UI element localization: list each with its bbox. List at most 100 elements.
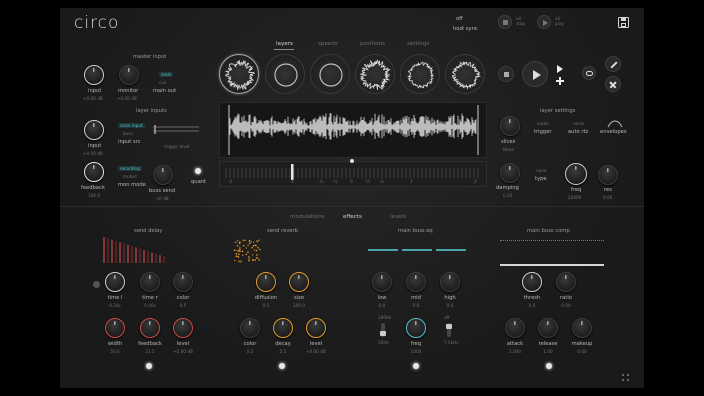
send-reverb-level-knob[interactable]	[306, 318, 326, 338]
record-play-icon[interactable]	[557, 65, 563, 73]
layer-slot-2[interactable]	[265, 54, 305, 94]
send-delay-enable[interactable]	[146, 363, 152, 369]
filter-type-value[interactable]: none	[536, 168, 546, 173]
layer-slot-5[interactable]	[400, 54, 440, 94]
slices-knob[interactable]	[500, 116, 520, 136]
eq-high-knob[interactable]	[440, 272, 460, 292]
trigger-mode-value[interactable]: audio	[537, 121, 549, 126]
resize-grip-icon[interactable]	[622, 374, 630, 382]
highcut-bottom-option[interactable]: 7.5kHz	[444, 340, 458, 345]
layer-slot-1[interactable]	[219, 54, 259, 94]
send-delay-time-l-knob[interactable]	[105, 272, 125, 292]
layer-slot-6[interactable]	[445, 54, 485, 94]
tab-speeds[interactable]: speeds	[318, 41, 338, 47]
envelope-shape-icon[interactable]	[607, 120, 623, 128]
tab-settings[interactable]: settings	[407, 41, 429, 47]
eq-mid-knob[interactable]	[406, 272, 426, 292]
monitor-knob[interactable]	[119, 65, 139, 85]
comp-release-knob[interactable]	[538, 318, 558, 338]
highcut-switch[interactable]	[446, 323, 452, 337]
send-reverb-decay-knob[interactable]	[273, 318, 293, 338]
damping-knob[interactable]	[500, 163, 520, 183]
eq-low-knob[interactable]	[372, 272, 392, 292]
send-reverb-title: send reverb	[267, 228, 299, 234]
main-buss-eq-enable[interactable]	[413, 363, 419, 369]
send-reverb-enable[interactable]	[279, 363, 285, 369]
tab-layers[interactable]: layers	[276, 41, 293, 47]
master-input-knob[interactable]	[84, 65, 104, 85]
mon-mode-muted[interactable]: muted	[123, 174, 137, 179]
tab-effects[interactable]: effects	[343, 214, 362, 220]
section-divider	[60, 206, 644, 207]
quant-toggle[interactable]	[195, 168, 201, 174]
main-buss-comp-enable[interactable]	[546, 363, 552, 369]
trigger-level-meter[interactable]	[153, 125, 199, 135]
send-delay-time-r-value: 0.40s	[144, 303, 156, 308]
layer-slot-3[interactable]	[310, 54, 350, 94]
edit-button[interactable]	[605, 56, 621, 72]
save-icon[interactable]	[618, 17, 629, 28]
layer-slot-4[interactable]	[355, 54, 395, 94]
clear-button[interactable]	[605, 76, 621, 92]
circo-plugin-window: circo off host sync all stop all play la…	[60, 8, 644, 388]
all-stop-button[interactable]	[498, 15, 512, 29]
layer-4-circular-waveform	[360, 59, 391, 91]
all-play-button[interactable]	[537, 15, 551, 29]
send-reverb-size-label: size	[293, 295, 305, 301]
stop-icon	[504, 72, 509, 77]
comp-attack-knob[interactable]	[505, 318, 525, 338]
master-input-value: +0.00 dB	[83, 96, 103, 101]
waveform-display[interactable]	[219, 102, 487, 158]
buss-send-value: -inf dB	[155, 196, 169, 201]
stop-button[interactable]	[498, 66, 514, 82]
waveform-graphic	[228, 105, 479, 155]
speed-scale-label: ¼	[366, 179, 371, 184]
tab-levels[interactable]: levels	[390, 214, 406, 220]
auto-rtz-value[interactable]: never	[573, 121, 585, 126]
send-delay-time-l-label: time l	[107, 295, 123, 301]
eq-freq-value: 1000	[410, 349, 422, 354]
send-reverb-diffusion-knob[interactable]	[256, 272, 276, 292]
layer-5-circular-waveform	[406, 61, 434, 89]
comp-thresh-knob[interactable]	[522, 272, 542, 292]
layer-input-knob[interactable]	[84, 120, 104, 140]
play-button[interactable]	[522, 61, 548, 87]
send-delay-color-value: 0.5	[179, 303, 187, 308]
highcut-top-option[interactable]: off	[444, 315, 449, 320]
delay-sync-indicator[interactable]	[93, 281, 100, 288]
speed-scale-label: -½	[318, 179, 324, 184]
mode-cue-option[interactable]: cue	[159, 80, 167, 85]
feedback-knob[interactable]	[84, 162, 104, 182]
add-icon[interactable]	[556, 77, 564, 85]
lowcut-switch[interactable]	[380, 323, 386, 337]
eq-freq-knob[interactable]	[406, 318, 426, 338]
send-delay-level-knob[interactable]	[173, 318, 193, 338]
send-delay-feedback-knob[interactable]	[140, 318, 160, 338]
filter-res-knob[interactable]	[598, 165, 618, 185]
lowcut-bottom-option[interactable]: 50Hz	[378, 340, 389, 345]
speed-scale-label: -1	[290, 179, 295, 184]
input-src-buss[interactable]: buss	[123, 131, 133, 136]
send-delay-color-knob[interactable]	[173, 272, 193, 292]
host-sync-state[interactable]: off	[456, 16, 463, 22]
feedback-label: feedback	[81, 185, 105, 191]
comp-thresh-label: thresh	[523, 295, 541, 301]
input-src-main[interactable]: main input	[118, 123, 145, 128]
comp-makeup-knob[interactable]	[572, 318, 592, 338]
loop-button[interactable]	[582, 66, 596, 80]
send-reverb-size-knob[interactable]	[289, 272, 309, 292]
speed-strip[interactable]: -2 -1 -½ -¼ 0 ¼ ½ 1 2	[219, 161, 487, 187]
filter-freq-knob[interactable]	[565, 163, 587, 185]
tab-underline	[274, 49, 294, 50]
tab-modulations[interactable]: modulations	[290, 214, 325, 220]
send-delay-time-r-knob[interactable]	[140, 272, 160, 292]
auto-rtz-label: auto rtz	[568, 129, 589, 135]
buss-send-knob[interactable]	[153, 165, 173, 185]
tab-positions[interactable]: positions	[360, 41, 385, 47]
comp-ratio-knob[interactable]	[556, 272, 576, 292]
lowcut-top-option[interactable]: 180Hz	[378, 315, 391, 320]
send-reverb-color-knob[interactable]	[240, 318, 260, 338]
send-delay-width-knob[interactable]	[105, 318, 125, 338]
mode-main-option[interactable]: main	[159, 72, 174, 77]
mon-mode-recording[interactable]: recording	[118, 166, 142, 171]
